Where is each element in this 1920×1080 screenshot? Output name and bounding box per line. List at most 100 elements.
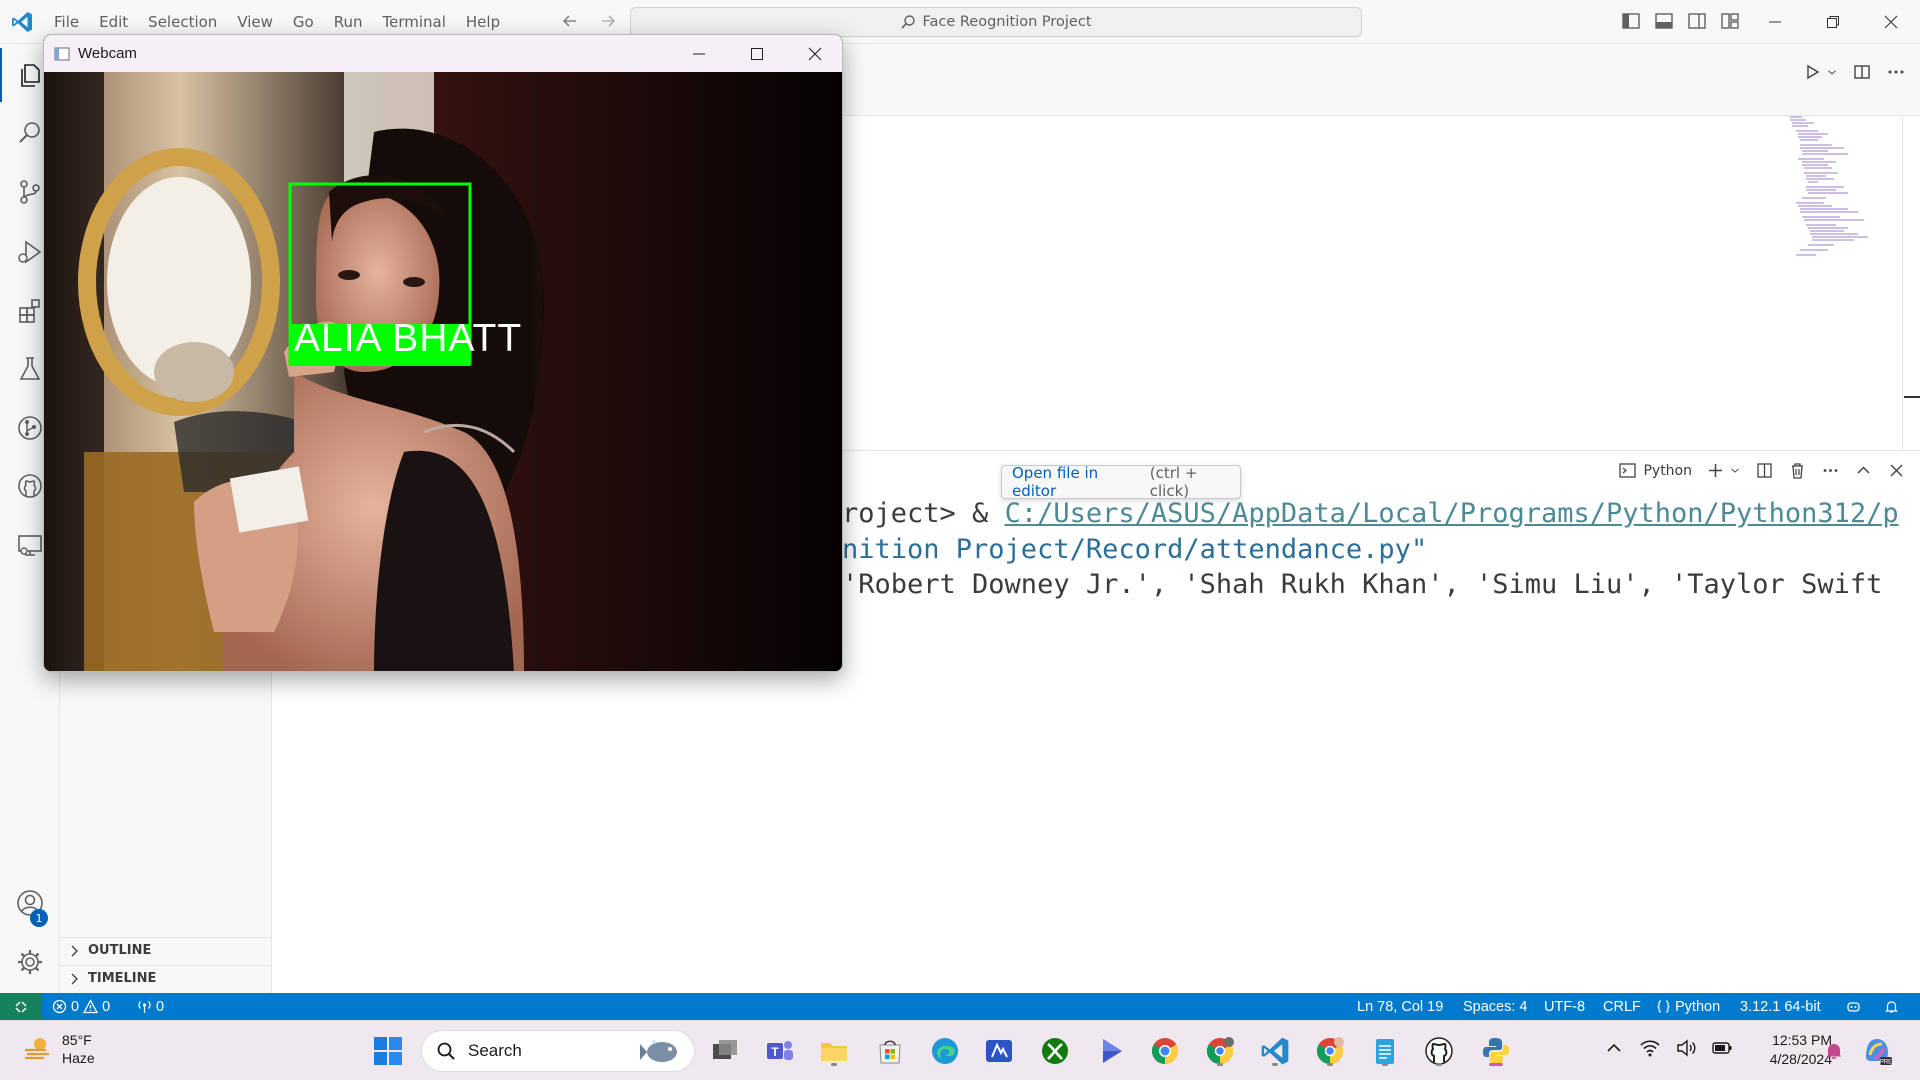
volume-icon[interactable] <box>1675 1037 1697 1059</box>
taskbar-search-box[interactable]: Search <box>421 1030 695 1072</box>
run-debug-icon <box>18 240 42 264</box>
command-center-label: Face Reognition Project <box>922 14 1092 30</box>
command-center[interactable]: Face Reognition Project <box>630 7 1362 37</box>
minimize-icon <box>693 53 705 54</box>
close-button[interactable] <box>1862 0 1920 44</box>
chrome-alt-button[interactable] <box>1312 1033 1348 1069</box>
terminal-shell-selector[interactable]: Python <box>1618 461 1692 480</box>
cursor-position-status[interactable]: Ln 78, Col 19 <box>1357 993 1443 1020</box>
minimize-button[interactable] <box>1746 0 1804 44</box>
maximize-panel-icon[interactable] <box>1854 461 1873 480</box>
webcam-title: Webcam <box>78 45 137 62</box>
menu-terminal[interactable]: Terminal <box>383 13 446 31</box>
copilot-icon <box>1847 1002 1860 1012</box>
back-arrow-icon[interactable] <box>560 11 580 31</box>
remote-indicator[interactable] <box>0 993 42 1020</box>
timeline-section-header[interactable]: TIMELINE <box>60 965 272 991</box>
ports-status[interactable]: 0 <box>137 993 164 1020</box>
running-indicator <box>1382 1063 1388 1066</box>
warning-icon <box>83 999 99 1014</box>
chevron-up-icon[interactable] <box>1603 1037 1625 1059</box>
split-editor-icon[interactable] <box>1852 62 1872 82</box>
battery-icon[interactable] <box>1711 1037 1733 1059</box>
toggle-primary-sidebar-icon[interactable] <box>1620 10 1642 32</box>
notification-bell-icon[interactable] <box>1823 1040 1845 1062</box>
xbox-button[interactable] <box>1037 1033 1073 1069</box>
indentation-status[interactable]: Spaces: 4 <box>1463 993 1528 1020</box>
weather-widget[interactable]: 85°F Haze <box>22 1031 95 1067</box>
minimap[interactable] <box>1788 115 1884 275</box>
toggle-panel-icon[interactable] <box>1653 10 1675 32</box>
editor-scrollbar-track[interactable] <box>1902 116 1903 450</box>
chevron-down-icon[interactable] <box>1826 62 1838 82</box>
vscode-window-controls <box>1746 0 1920 44</box>
webcam-minimize-button[interactable] <box>670 35 728 72</box>
activity-accounts[interactable]: 1 <box>0 876 60 930</box>
running-indicator <box>1327 1063 1333 1066</box>
vscode-logo-icon[interactable] <box>10 10 34 34</box>
search-icon <box>19 122 40 143</box>
windows-start-icon[interactable] <box>372 1035 404 1067</box>
menu-help[interactable]: Help <box>466 13 500 31</box>
more-actions-icon[interactable] <box>1821 461 1840 480</box>
webcam-window-controls <box>670 35 842 72</box>
close-panel-icon[interactable] <box>1887 461 1906 480</box>
restore-icon <box>1827 16 1839 28</box>
line-ending-status[interactable]: CRLF <box>1603 993 1641 1020</box>
new-terminal-icon[interactable] <box>1706 461 1725 480</box>
close-icon <box>808 47 822 60</box>
visual-studio-button[interactable] <box>981 1033 1017 1069</box>
chrome-button[interactable] <box>1147 1033 1183 1069</box>
webcam-title-bar[interactable]: Webcam <box>44 35 842 72</box>
file-explorer-button[interactable] <box>816 1033 852 1069</box>
python-interpreter-status[interactable]: 3.12.1 64-bit <box>1740 993 1821 1020</box>
outline-section-header[interactable]: OUTLINE <box>60 937 272 963</box>
python-button[interactable] <box>1478 1033 1514 1069</box>
trash-icon[interactable] <box>1788 461 1807 480</box>
terminal-python-path-link[interactable]: C:/Users/ASUS/AppData/Local/Programs/Pyt… <box>1005 498 1899 529</box>
restore-button[interactable] <box>1804 0 1862 44</box>
copilot-status[interactable] <box>1846 993 1861 1020</box>
terminal-icon <box>1619 463 1637 478</box>
menu-go[interactable]: Go <box>293 13 314 31</box>
chrome-profile-button[interactable] <box>1202 1033 1238 1069</box>
ms-store-button[interactable] <box>872 1033 908 1069</box>
face-recognition-label: ALIA BHATT <box>294 317 523 360</box>
language-mode-status[interactable]: Python <box>1656 993 1720 1020</box>
split-terminal-icon[interactable] <box>1755 461 1774 480</box>
system-clock[interactable]: 12:53 PM 4/28/2024 <box>1748 1031 1832 1069</box>
task-view-icon <box>713 1040 737 1059</box>
ports-count: 0 <box>156 998 165 1015</box>
webcam-close-button[interactable] <box>786 35 842 72</box>
git-graph-icon <box>18 416 42 440</box>
chevron-down-icon[interactable] <box>1729 461 1741 480</box>
copilot-taskbar-icon[interactable]: PRE <box>1860 1033 1894 1067</box>
encoding-status[interactable]: UTF-8 <box>1544 993 1585 1020</box>
svg-text:T: T <box>771 1045 779 1059</box>
media-player-button[interactable] <box>1092 1033 1128 1069</box>
run-python-file-icon[interactable] <box>1802 62 1822 82</box>
github-desktop-button[interactable] <box>1421 1033 1457 1069</box>
toggle-secondary-sidebar-icon[interactable] <box>1686 10 1708 32</box>
teams-button[interactable]: T <box>762 1033 798 1069</box>
task-view-button[interactable] <box>707 1033 743 1069</box>
menu-selection[interactable]: Selection <box>148 13 217 31</box>
notifications-status[interactable] <box>1884 993 1899 1020</box>
menu-file[interactable]: File <box>54 13 79 31</box>
problems-status[interactable]: 0 0 <box>52 993 110 1020</box>
edge-button[interactable] <box>927 1033 963 1069</box>
open-file-in-editor-link[interactable]: Open file in editor <box>1012 464 1145 500</box>
webcam-maximize-button[interactable] <box>728 35 786 72</box>
customize-layout-icon[interactable] <box>1719 10 1741 32</box>
menu-run[interactable]: Run <box>334 13 363 31</box>
explorer-icon <box>21 64 40 87</box>
forward-arrow-icon[interactable] <box>598 11 618 31</box>
menu-edit[interactable]: Edit <box>99 13 128 31</box>
more-actions-icon[interactable] <box>1886 62 1906 82</box>
vscode-taskbar-button[interactable] <box>1257 1033 1293 1069</box>
notepad-button[interactable] <box>1367 1033 1403 1069</box>
wifi-icon[interactable] <box>1639 1037 1661 1059</box>
activity-manage[interactable] <box>0 935 60 989</box>
clock-time: 12:53 PM <box>1772 1032 1832 1048</box>
menu-view[interactable]: View <box>237 13 273 31</box>
